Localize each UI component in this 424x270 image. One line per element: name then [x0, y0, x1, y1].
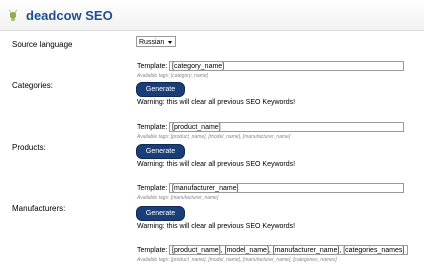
- warning-text: Warning: this will clear all previous SE…: [137, 161, 296, 168]
- generate-products-button[interactable]: Generate: [136, 144, 185, 159]
- section-label: Products:: [12, 143, 46, 152]
- products-template-input[interactable]: [product_name]: [169, 122, 404, 132]
- chevron-down-icon: [168, 41, 172, 44]
- template-label: Template:: [137, 247, 168, 254]
- generate-manufacturers-button[interactable]: Generate: [136, 206, 185, 221]
- deer-icon: [9, 10, 17, 21]
- template-label: Template:: [137, 124, 168, 131]
- source-language-value: Russian: [139, 39, 165, 46]
- warning-text: Warning: this will clear all previous SE…: [137, 99, 296, 106]
- header-bar: deadcow SEO: [0, 0, 424, 31]
- section-label: Manufacturers:: [12, 204, 66, 213]
- source-language-row: Source language: [0, 31, 424, 59]
- manufacturers-template-input[interactable]: [manufacturer_name]: [169, 183, 404, 193]
- available-tags: Available tags: [manufacturer_name]: [137, 195, 219, 201]
- template-label: Template:: [137, 185, 168, 192]
- available-tags: Available tags: [product_name], [model_n…: [137, 257, 337, 263]
- available-tags: Available tags: [category_name]: [137, 73, 209, 79]
- categories-template-input[interactable]: [category_name]: [169, 61, 404, 71]
- template-label: Template:: [137, 63, 168, 70]
- source-language-select[interactable]: Russian: [136, 36, 176, 47]
- source-language-label: Source language: [12, 40, 73, 49]
- page-title: deadcow SEO: [26, 8, 113, 23]
- section-label: Categories:: [12, 81, 53, 90]
- warning-text: Warning: this will clear all previous SE…: [137, 223, 296, 230]
- keywords-template-input[interactable]: [product_name], [model_name], [manufactu…: [169, 245, 408, 255]
- generate-categories-button[interactable]: Generate: [136, 82, 185, 97]
- available-tags: Available tags: [product_name], [model_n…: [137, 134, 291, 140]
